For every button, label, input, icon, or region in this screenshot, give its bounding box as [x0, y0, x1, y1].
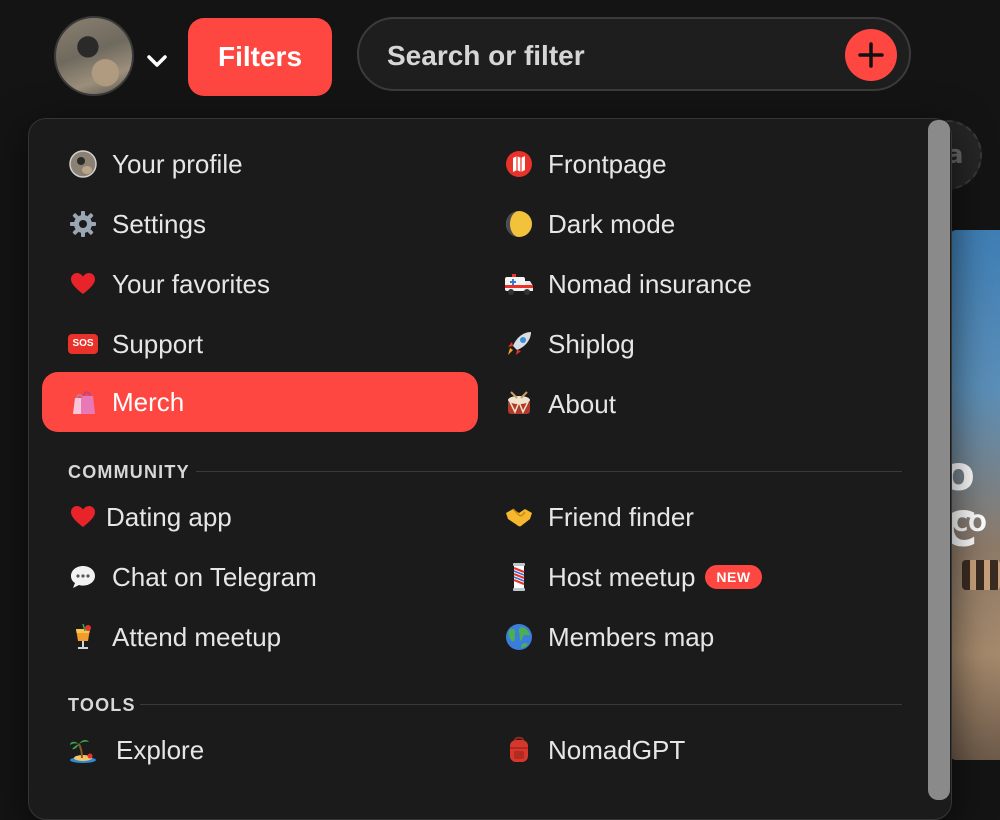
heart-icon — [68, 502, 98, 532]
divider — [140, 704, 902, 705]
drum-icon — [504, 389, 534, 419]
heart-icon — [68, 269, 98, 299]
globe-icon — [504, 622, 534, 652]
moon-icon — [504, 209, 534, 239]
menu-item-explore[interactable]: Explore — [68, 720, 448, 780]
speech-bubble-icon — [68, 562, 98, 592]
menu-item-frontpage[interactable]: Frontpage — [504, 134, 884, 194]
sos-icon: SOS — [68, 329, 98, 359]
menu-item-about[interactable]: About — [504, 374, 884, 434]
plus-icon — [858, 42, 884, 68]
section-label-tools: TOOLS — [68, 695, 136, 715]
menu-item-label: Dating app — [106, 501, 232, 532]
map-icon — [504, 149, 534, 179]
menu-item-label: Support — [112, 328, 204, 359]
menu-item-label: NomadGPT — [548, 734, 686, 765]
menu-item-label: Settings — [112, 208, 206, 239]
background-card-subtitle: CO — [952, 512, 987, 537]
search-input[interactable] — [385, 35, 829, 77]
menu-item-label: Dark mode — [548, 208, 676, 239]
chevron-down-icon[interactable] — [146, 50, 168, 72]
menu-item-settings[interactable]: Settings — [68, 194, 448, 254]
menu-item-your-profile[interactable]: Your profile — [68, 134, 448, 194]
filters-button[interactable]: Filters — [188, 18, 332, 96]
menu-item-label: About — [548, 388, 616, 419]
menu-item-chat-on-telegram[interactable]: Chat on Telegram — [68, 547, 448, 607]
menu-item-label: Your profile — [112, 148, 243, 179]
menu-item-label: Merch — [112, 386, 185, 417]
menu-item-label: Members map — [548, 621, 715, 652]
shopping-bags-icon — [68, 387, 98, 417]
menu-item-members-map[interactable]: Members map — [504, 607, 884, 667]
menu-item-attend-meetup[interactable]: Attend meetup — [68, 607, 448, 667]
menu-item-nomadgpt[interactable]: NomadGPT — [504, 720, 884, 780]
menu-item-merch[interactable]: Merch — [42, 372, 478, 432]
menu-item-dark-mode[interactable]: Dark mode — [504, 194, 884, 254]
divider — [196, 471, 902, 472]
menu-item-label: Friend finder — [548, 501, 694, 532]
search-bar — [357, 17, 911, 91]
menu-item-label: Your favorites — [112, 268, 271, 299]
avatar-icon — [68, 149, 98, 179]
cocktail-icon — [68, 622, 98, 652]
menu-item-shiplog[interactable]: Shiplog — [504, 314, 884, 374]
menu-item-label: Nomad insurance — [548, 268, 752, 299]
menu-item-label: Shiplog — [548, 328, 635, 359]
menu-item-your-favorites[interactable]: Your favorites — [68, 254, 448, 314]
island-icon — [68, 735, 98, 765]
barber-pole-icon — [504, 562, 534, 592]
menu-item-nomad-insurance[interactable]: Nomad insurance — [504, 254, 884, 314]
menu-item-label: Explore — [116, 734, 205, 765]
menu-item-label: Frontpage — [548, 148, 667, 179]
menu-item-dating-app[interactable]: Dating app — [68, 487, 448, 547]
menu-item-friend-finder[interactable]: Friend finder — [504, 487, 884, 547]
user-avatar[interactable] — [54, 16, 134, 96]
gear-icon — [68, 209, 98, 239]
backpack-icon — [504, 735, 534, 765]
background-card-building — [962, 560, 1000, 590]
section-label-community: COMMUNITY — [68, 462, 190, 482]
handshake-icon — [504, 502, 534, 532]
menu-item-label: Attend meetup — [112, 621, 282, 652]
menu-item-label: Chat on Telegram — [112, 561, 317, 592]
add-button[interactable] — [845, 29, 897, 81]
rocket-icon — [504, 329, 534, 359]
menu-item-support[interactable]: SOS Support — [68, 314, 448, 374]
menu-item-host-meetup[interactable]: Host meetup NEW — [504, 547, 884, 607]
ambulance-icon — [504, 269, 534, 299]
menu-scrollbar[interactable] — [928, 120, 950, 800]
menu-item-label: Host meetup — [548, 561, 696, 592]
new-badge: NEW — [705, 565, 762, 589]
